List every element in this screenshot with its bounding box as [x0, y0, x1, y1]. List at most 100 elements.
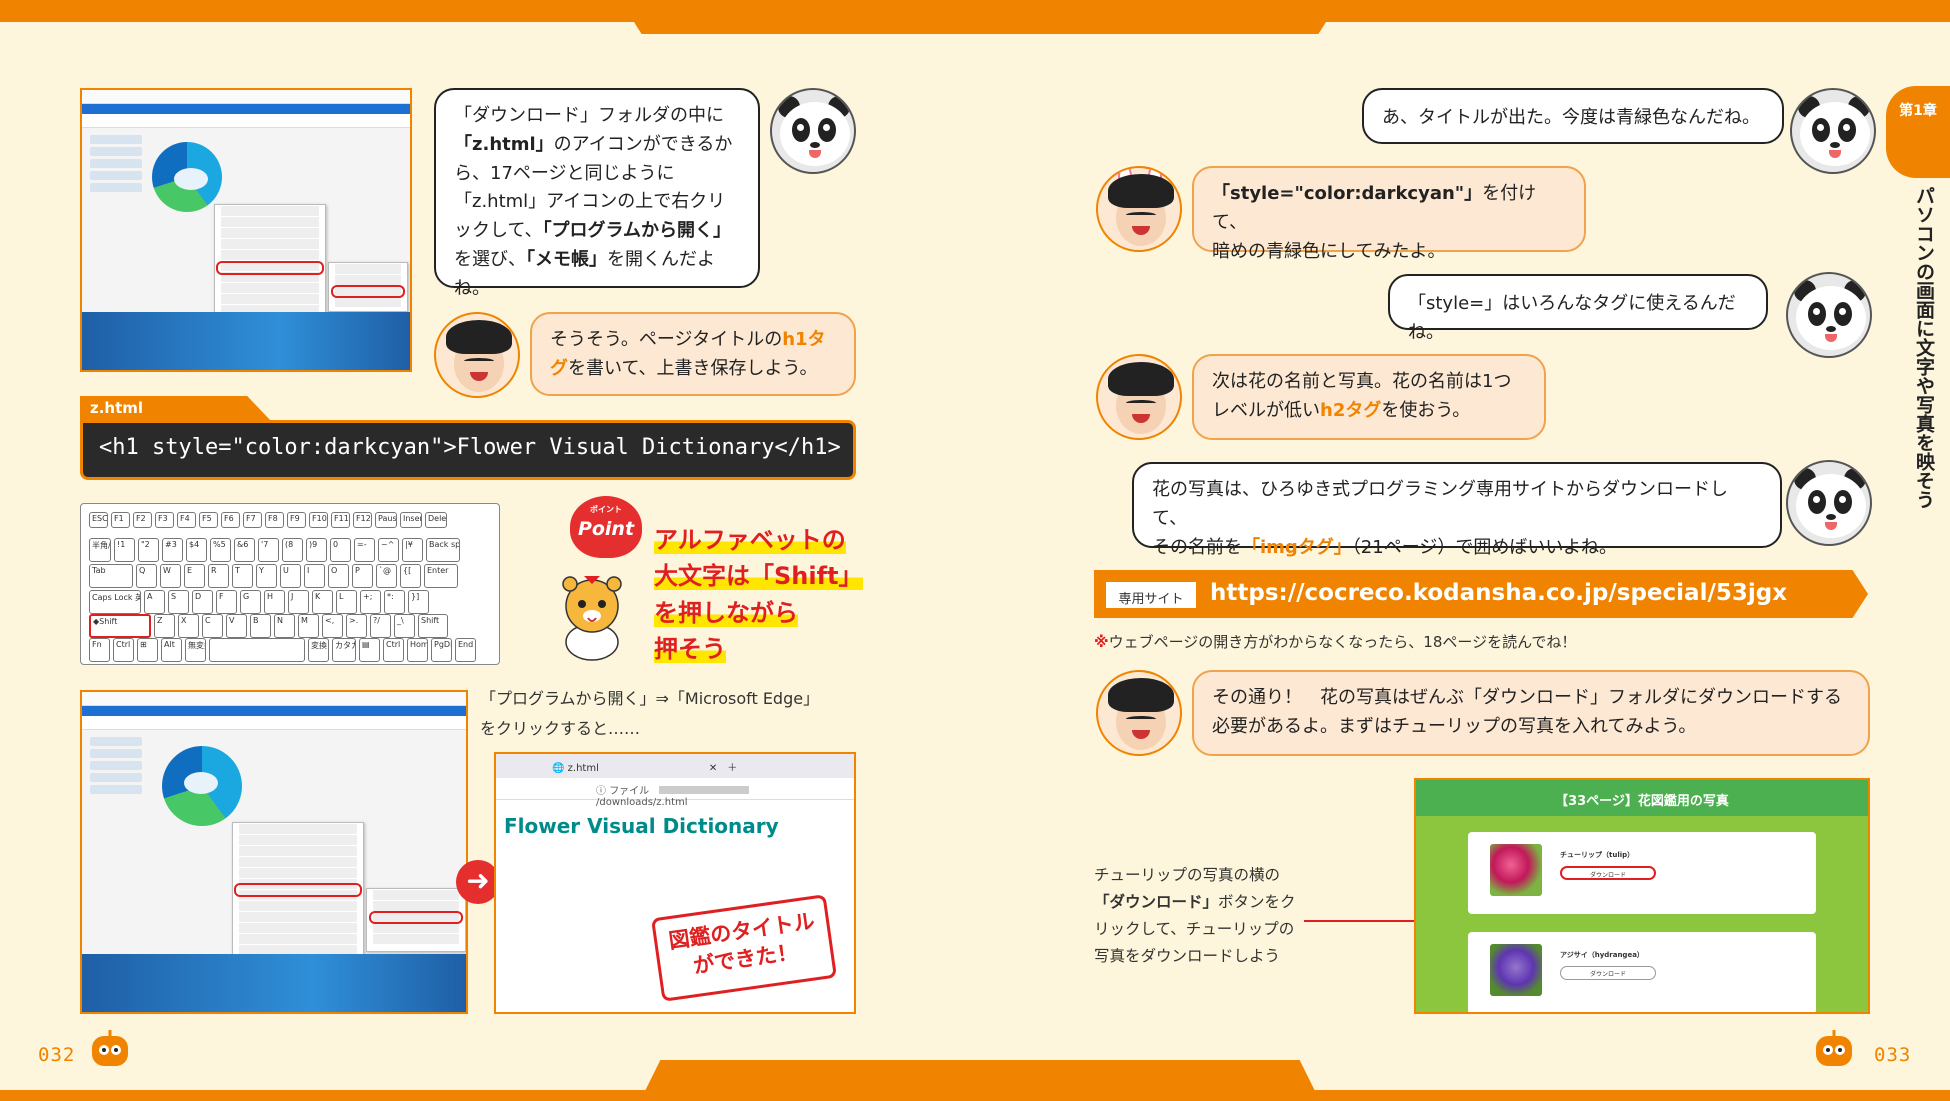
address-scheme: ファイル	[609, 786, 650, 797]
explorer-screenshot-1	[80, 88, 412, 372]
bubble-text: 次は花の名前と写真。花の名前は1つ	[1212, 371, 1512, 392]
keyboard-key: Z	[154, 614, 175, 638]
keyboard-row: Caps Lock 英数ASDFGHJKL+;*:}]	[89, 590, 429, 614]
keyboard-key: (8	[282, 538, 303, 562]
speech-bubble-girl: 「style="color:darkcyan"」を付けて、 暗めの青緑色にしてみた…	[1192, 166, 1586, 262]
keyboard-key: |¥	[402, 538, 423, 562]
keyboard-key: ▤	[359, 638, 380, 662]
point-line: を押しながら	[654, 598, 798, 627]
keyboard-key: F6	[221, 512, 240, 528]
page-number-right: 033	[1874, 1044, 1912, 1066]
download-button-tulip[interactable]: ダウンロード	[1560, 866, 1656, 880]
note-mark: ※	[1094, 633, 1109, 651]
keyboard-key: N	[274, 614, 295, 638]
keyboard-key: ESC	[89, 512, 108, 528]
address-path: /downloads/z.html	[596, 797, 688, 808]
speech-bubble-hiroyuki-1: そうそう。ページタイトルのh1タグを書いて、上書き保存しよう。	[530, 312, 856, 396]
bubble-text: その名前を	[1152, 536, 1242, 558]
flower-gallery-screenshot: 【33ページ】花図鑑用の写真 チューリップ（tulip） ダウンロード アジサイ…	[1414, 778, 1870, 1014]
robot-mascot-icon	[92, 1030, 128, 1066]
keyboard-key: F	[216, 590, 237, 614]
keyboard-key: 半角/全角	[89, 538, 111, 562]
point-text: アルファベットの 大文字は「Shift」 を押しながら 押そう	[654, 522, 863, 668]
keyboard-key: G	[240, 590, 261, 614]
speech-bubble-panda-1: 「ダウンロード」フォルダの中に「z.html」のアイコンができるから、17ページ…	[434, 88, 760, 299]
keyboard-key: F12	[353, 512, 372, 528]
keyboard-key: F10	[309, 512, 328, 528]
speech-bubble-hiroyuki-2: 次は花の名前と写真。花の名前は1つ レベルが低いh2タグを使おう。	[1192, 354, 1546, 440]
keyboard-key: 0	[330, 538, 351, 562]
keyboard-key: Alt	[161, 638, 182, 662]
keyboard-key: U	[280, 564, 301, 588]
keyboard-key: F7	[243, 512, 262, 528]
keyboard-key: `@	[376, 564, 397, 588]
hydrangea-photo	[1490, 944, 1542, 996]
bubble-text: 暗めの青緑色にしてみたよ。	[1212, 240, 1446, 262]
hiroyuki-avatar	[1096, 354, 1182, 440]
keyboard-key: !1	[114, 538, 135, 562]
panda-avatar	[1786, 460, 1872, 546]
keyboard-key: <,	[322, 614, 343, 638]
keyboard-row: ESCF1F2F3F4F5F6F7F8F9F10F11F12Pause Brea…	[89, 512, 447, 528]
keyboard-key: J	[288, 590, 309, 614]
bubble-bold: 「プログラムから開く」	[542, 220, 732, 242]
keyboard-key: 無変換	[185, 638, 206, 662]
caption-line: をクリックすると……	[480, 719, 641, 739]
bubble-text: を書いて、上書き保存しよう。	[568, 357, 818, 379]
card-name: アジサイ（hydrangea）	[1560, 951, 1644, 959]
keyboard-key: >.	[346, 614, 367, 638]
keyboard-key: =-	[354, 538, 375, 562]
keyboard-key: ?/	[370, 614, 391, 638]
keyboard-key: {[	[400, 564, 421, 588]
bubble-text: そうそう。ページタイトルの	[550, 329, 783, 350]
keyboard-key: ⊞	[137, 638, 158, 662]
tulip-photo	[1490, 844, 1542, 896]
caption-text: チューリップの写真の横の	[1094, 866, 1281, 884]
hiroyuki-avatar	[1096, 670, 1182, 756]
bubble-text: 花の写真は、ひろゆき式プログラミング専用サイトからダウンロードして、	[1152, 479, 1728, 529]
download-instruction: チューリップの写真の横の 「ダウンロード」ボタンをクリックして、チューリップの写真…	[1094, 862, 1304, 971]
point-line: 押そう	[654, 635, 726, 664]
tiger-mascot	[562, 576, 622, 661]
rendered-h1: Flower Visual Dictionary	[504, 814, 779, 838]
keyboard-key: F3	[155, 512, 174, 528]
caption-line: 「プログラムから開く」⇒「Microsoft Edge」	[480, 689, 820, 708]
panda-avatar	[1786, 272, 1872, 358]
result-stamp: 図鑑のタイトル ができた！	[651, 894, 837, 1002]
keyboard-key: W	[160, 564, 181, 588]
bubble-text: 「style=」はいろんなタグに使えるんだね。	[1408, 293, 1736, 343]
bubble-text: レベルが低い	[1212, 399, 1320, 421]
note-text: ウェブページの開き方がわからなくなったら、18ページを読んでね！	[1108, 633, 1577, 651]
keyboard-key: I	[304, 564, 325, 588]
keyboard-key: ~^	[378, 538, 399, 562]
keyboard-key: K	[312, 590, 333, 614]
keyboard-key: Enter	[424, 564, 458, 588]
url-link[interactable]: https://cocreco.kodansha.co.jp/special/5…	[1210, 580, 1787, 606]
edge-file-icon	[162, 746, 242, 826]
keyboard-key: P	[352, 564, 373, 588]
keyboard-key: Caps Lock 英数	[89, 590, 141, 614]
keyboard-row: Tab Q W E R T Y U I O P `@{[Enter	[89, 564, 458, 588]
point-badge: ポイント Point	[570, 496, 642, 558]
keyboard-key: 変換	[308, 638, 329, 662]
browser-screenshot: 🌐 z.html ✕ ＋ ⓘ ファイル /downloads/z.html Fl…	[494, 752, 856, 1014]
download-button-hydrangea[interactable]: ダウンロード	[1560, 966, 1656, 980]
keyboard-key: H	[264, 590, 285, 614]
keyboard-key: E	[184, 564, 205, 588]
keyboard-key: &6	[234, 538, 255, 562]
page-number-left: 032	[38, 1044, 76, 1066]
keyboard-row: ◆Shift Z X C V B N M <, >. ?/_\ Shift	[89, 614, 448, 638]
keyboard-key: L	[336, 590, 357, 614]
keyboard-key: '7	[258, 538, 279, 562]
open-with-highlight	[234, 883, 362, 897]
keyboard-key: F5	[199, 512, 218, 528]
browser-tab-label: z.html	[567, 763, 599, 774]
point-badge-ruby: ポイント	[590, 505, 622, 514]
keyboard-key: "2	[138, 538, 159, 562]
keyboard-key: Delete SysRq	[425, 512, 447, 528]
keyboard-key: Shift	[418, 614, 448, 638]
caption-bold: 「ダウンロード」	[1094, 893, 1219, 912]
keyboard-key	[209, 638, 305, 662]
explorer-screenshot-2	[80, 690, 468, 1014]
bubble-text: 必要があるよ。まずはチューリップの写真を入れてみよう。	[1212, 715, 1697, 737]
